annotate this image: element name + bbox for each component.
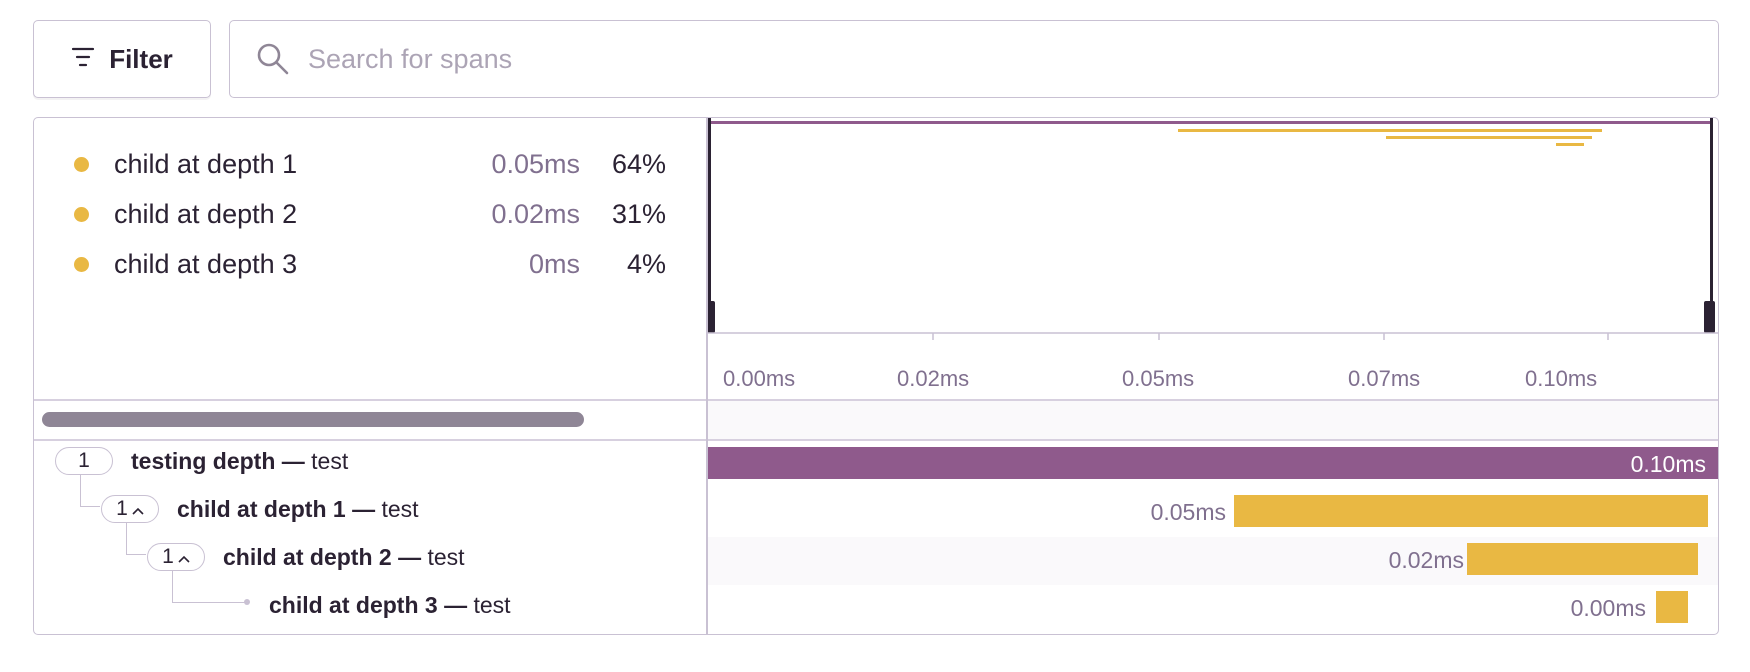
span-description: test: [473, 592, 511, 618]
span-bar-row[interactable]: 0.00ms: [708, 585, 1718, 633]
children-count: 1: [162, 545, 174, 568]
span-description: test: [381, 496, 419, 522]
children-count-toggle[interactable]: 1: [147, 543, 205, 571]
tick-label: 0.02ms: [897, 366, 970, 391]
minimap-right-handle: [1704, 301, 1715, 333]
tick-label: 0.07ms: [1348, 366, 1421, 391]
span-op: testing depth —: [131, 448, 305, 474]
tick-label: 0.00ms: [723, 366, 796, 391]
span-row[interactable]: child at depth 3 — test: [34, 585, 706, 633]
children-count-toggle[interactable]: 1: [55, 447, 113, 475]
span-op: child at depth 3 —: [269, 592, 468, 618]
span-duration: 0.10ms: [1630, 451, 1706, 477]
span-bar-depth-2[interactable]: [1467, 543, 1698, 575]
span-label: child at depth 3 — test: [269, 592, 511, 619]
legend-color-dot: [74, 157, 89, 172]
trace-panel: child at depth 1 0.05ms 64% child at dep…: [33, 117, 1719, 635]
span-row[interactable]: 1 child at depth 2 — test: [34, 537, 706, 585]
chevron-up-icon: [178, 545, 190, 569]
scrollbar-thumb[interactable]: [42, 412, 584, 427]
span-bar-row[interactable]: 0.10ms: [708, 441, 1718, 489]
span-label: child at depth 2 — test: [223, 544, 465, 571]
minimap-left-edge: [708, 118, 711, 332]
span-bar-depth-3[interactable]: [1656, 591, 1688, 623]
tick-label: 0.10ms: [1525, 366, 1598, 391]
span-op: child at depth 1 —: [177, 496, 376, 522]
legend-color-dot: [74, 207, 89, 222]
minimap-span-depth-2: [1386, 136, 1592, 139]
span-bars: 0.10ms 0.05ms 0.02ms 0.00ms: [708, 441, 1718, 634]
trace-minimap[interactable]: [704, 118, 1718, 398]
legend-percent: 4%: [626, 249, 666, 279]
children-count: 1: [78, 449, 90, 472]
tree-scrollbar[interactable]: [34, 401, 706, 439]
minimap-root-span: [708, 121, 1712, 124]
legend-duration: 0.05ms: [491, 149, 580, 179]
span-label: testing depth — test: [131, 448, 348, 475]
children-count: 1: [116, 497, 128, 520]
span-legend: child at depth 1 0.05ms 64% child at dep…: [34, 118, 706, 398]
search-box[interactable]: [229, 20, 1719, 98]
span-duration: 0.00ms: [1570, 595, 1646, 621]
minimap-span-depth-3: [1556, 143, 1584, 146]
legend-label: child at depth 2: [114, 199, 298, 229]
minimap-span-depth-1: [1178, 129, 1602, 132]
span-duration: 0.05ms: [1150, 499, 1226, 525]
legend-duration: 0.02ms: [491, 199, 580, 229]
span-bar-depth-1[interactable]: [1234, 495, 1708, 527]
span-duration: 0.02ms: [1388, 547, 1464, 573]
filter-button[interactable]: Filter: [33, 20, 211, 98]
minimap-left-handle: [704, 301, 715, 333]
span-row[interactable]: 1 testing depth — test: [34, 441, 706, 489]
span-op: child at depth 2 —: [223, 544, 422, 570]
tick-label: 0.05ms: [1122, 366, 1195, 391]
span-label: child at depth 1 — test: [177, 496, 419, 523]
span-bar-row[interactable]: 0.05ms: [708, 489, 1718, 537]
timeline-axis: 0.00ms 0.02ms 0.05ms 0.07ms 0.10ms: [708, 358, 1718, 398]
toolbar: Filter: [33, 20, 1719, 100]
span-bar-row[interactable]: 0.02ms: [708, 537, 1718, 585]
legend-percent: 31%: [611, 199, 666, 229]
legend-item[interactable]: child at depth 1 0.05ms 64%: [34, 141, 706, 185]
filter-label: Filter: [109, 43, 173, 74]
panel-divider: [706, 118, 708, 634]
legend-duration: 0ms: [528, 249, 580, 279]
span-description: test: [427, 544, 465, 570]
search-input[interactable]: [308, 43, 1658, 75]
span-bar-root[interactable]: [708, 447, 1718, 479]
span-tree: 1 testing depth — test 1 child at depth …: [34, 441, 706, 634]
legend-label: child at depth 3: [114, 249, 298, 279]
search-icon: [256, 42, 290, 76]
legend-percent: 64%: [611, 149, 666, 179]
legend-color-dot: [74, 257, 89, 272]
span-description: test: [311, 448, 349, 474]
minimap-right-edge: [1710, 118, 1713, 332]
filter-icon: [71, 44, 95, 75]
legend-label: child at depth 1: [114, 149, 298, 179]
legend-item[interactable]: child at depth 3 0ms 4%: [34, 241, 706, 285]
chevron-up-icon: [132, 497, 144, 521]
timeline-scroll-area: [708, 401, 1718, 439]
legend-item[interactable]: child at depth 2 0.02ms 31%: [34, 191, 706, 235]
span-row[interactable]: 1 child at depth 1 — test: [34, 489, 706, 537]
children-count-toggle[interactable]: 1: [101, 495, 159, 523]
